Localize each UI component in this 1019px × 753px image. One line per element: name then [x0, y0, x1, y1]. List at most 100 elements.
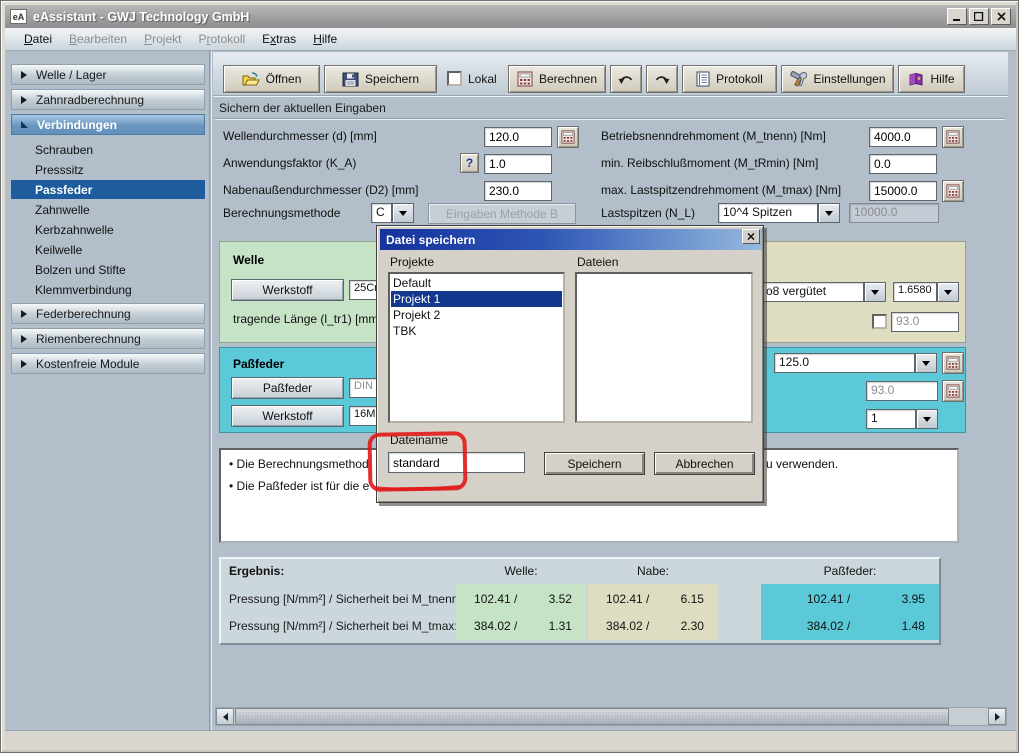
sidebar-item-schrauben[interactable]: Schrauben — [11, 140, 205, 159]
betriebsnenndrehmoment-input[interactable] — [869, 127, 937, 147]
calculator-icon — [946, 384, 960, 398]
sidebar-item-bolzen-stifte[interactable]: Bolzen und Stifte — [11, 260, 205, 279]
result-value: 1.48 — [864, 619, 939, 633]
local-checkbox[interactable] — [447, 71, 462, 86]
save-button[interactable]: Speichern — [324, 65, 437, 93]
filename-input[interactable] — [388, 452, 525, 473]
calculator-icon — [946, 184, 960, 198]
anwendungsfaktor-input[interactable] — [484, 154, 552, 174]
chevron-down-icon — [944, 290, 952, 295]
scrollbar-thumb[interactable] — [235, 708, 949, 725]
sidebar-item-klemmverbindung[interactable]: Klemmverbindung — [11, 280, 205, 299]
methode-dropdown-value[interactable]: C — [371, 203, 392, 223]
result-value: 3.95 — [864, 592, 939, 606]
sidebar-item-passfeder[interactable]: Passfeder — [11, 180, 205, 199]
sidebar-group-zahnradberechnung[interactable]: Zahnradberechnung — [11, 89, 205, 110]
files-list[interactable] — [575, 272, 753, 423]
lastspitzen-dropdown-button[interactable] — [818, 203, 840, 223]
note-line-1-fragment: u verwenden. — [766, 457, 838, 471]
help-question-button[interactable]: ? — [460, 153, 479, 173]
lastspitzendrehmoment-calc-button[interactable] — [942, 180, 964, 202]
lastspitzendrehmoment-input[interactable] — [869, 181, 937, 201]
project-item-tbk[interactable]: TBK — [391, 323, 562, 339]
maximize-icon — [974, 12, 984, 21]
projects-list[interactable]: Default Projekt 1 Projekt 2 TBK — [388, 272, 565, 423]
wellendurchmesser-input[interactable] — [484, 127, 552, 147]
label-wellendurchmesser: Wellendurchmesser (d) [mm] — [223, 126, 377, 146]
menu-extras[interactable]: Extras — [262, 32, 296, 46]
nabe-material-number-dropdown-button[interactable] — [937, 282, 959, 302]
passfeder-value-calc-button[interactable] — [942, 380, 964, 402]
dialog-cancel-button[interactable]: Abbrechen — [654, 452, 755, 475]
minimize-button[interactable] — [947, 8, 967, 25]
chevron-down-icon — [825, 211, 833, 216]
betriebsnenndrehmoment-calc-button[interactable] — [942, 126, 964, 148]
arrow-right-icon — [995, 713, 1000, 721]
sidebar-item-presssitz[interactable]: Presssitz — [11, 160, 205, 179]
welle-werkstoff-button[interactable]: Werkstoff — [231, 279, 344, 301]
chevron-down-icon — [399, 211, 407, 216]
minimize-icon — [952, 12, 962, 21]
chevron-right-icon — [21, 360, 27, 368]
passfeder-panel-title: Paßfeder — [233, 357, 284, 371]
dialog-close-button[interactable] — [742, 229, 760, 244]
project-item-projekt-2[interactable]: Projekt 2 — [391, 307, 562, 323]
horizontal-scrollbar[interactable] — [215, 707, 1007, 726]
project-item-projekt-1[interactable]: Projekt 1 — [391, 291, 562, 307]
open-button[interactable]: Öffnen — [223, 65, 320, 93]
nabe-value-disabled: 93.0 — [891, 312, 959, 332]
dialog-titlebar: Datei speichern — [380, 229, 762, 250]
sidebar-group-welle-lager[interactable]: Welle / Lager — [11, 64, 205, 85]
sidebar-group-verbindungen[interactable]: Verbindungen — [11, 114, 205, 135]
nabenaussendurchmesser-input[interactable] — [484, 181, 552, 201]
menu-projekt: Projekt — [144, 32, 181, 46]
menu-hilfe[interactable]: Hilfe — [313, 32, 337, 46]
menu-datei[interactable]: Datei — [24, 32, 52, 46]
sidebar-group-federberechnung[interactable]: Federberechnung — [11, 303, 205, 324]
results-col-nabe: Nabe: — [588, 563, 718, 579]
sidebar-item-keilwelle[interactable]: Keilwelle — [11, 240, 205, 259]
protocol-button[interactable]: Protokoll — [682, 65, 777, 93]
passfeder-count-dropdown-value[interactable]: 1 — [866, 409, 916, 429]
result-value: 384.02 / — [761, 619, 864, 633]
close-button[interactable] — [991, 8, 1011, 25]
sidebar-group-label: Kostenfreie Module — [36, 357, 139, 371]
label-nabenaussendurchmesser: Nabenaußendurchmesser (D2) [mm] — [223, 180, 418, 200]
document-icon — [696, 71, 710, 87]
settings-button[interactable]: Einstellungen — [781, 65, 894, 93]
sidebar-group-riemenberechnung[interactable]: Riemenberechnung — [11, 328, 205, 349]
calculate-button[interactable]: Berechnen — [508, 65, 606, 93]
label-lastspitzen: Lastspitzen (N_L) — [601, 203, 695, 223]
reibschlussmoment-input[interactable] — [869, 154, 937, 174]
divider — [215, 118, 1005, 120]
local-checkbox-label: Lokal — [468, 69, 497, 89]
sidebar-item-kerbzahnwelle[interactable]: Kerbzahnwelle — [11, 220, 205, 239]
passfeder-count-dropdown-button[interactable] — [916, 409, 938, 429]
label-berechnungsmethode: Berechnungsmethode — [223, 203, 340, 223]
wellendurchmesser-calc-button[interactable] — [557, 126, 579, 148]
passfeder-length-calc-button[interactable] — [942, 352, 964, 374]
results-title: Ergebnis: — [229, 563, 284, 579]
calculator-icon — [946, 356, 960, 370]
passfeder-button[interactable]: Paßfeder — [231, 377, 344, 399]
redo-button[interactable] — [646, 65, 678, 93]
passfeder-length-dropdown-button[interactable] — [915, 353, 937, 373]
scroll-left-button[interactable] — [216, 708, 234, 725]
nabe-checkbox[interactable] — [872, 314, 887, 329]
dialog-save-button[interactable]: Speichern — [544, 452, 645, 475]
nabe-material-number-value[interactable]: 1.6580 — [893, 282, 937, 302]
sidebar-group-kostenfreie-module[interactable]: Kostenfreie Module — [11, 353, 205, 374]
passfeder-length-dropdown-value[interactable]: 125.0 — [774, 353, 915, 373]
app-window: eA eAssistant - GWJ Technology GmbH Date… — [0, 0, 1019, 753]
maximize-button[interactable] — [969, 8, 989, 25]
scroll-right-button[interactable] — [988, 708, 1006, 725]
undo-button[interactable] — [610, 65, 642, 93]
result-value: 6.15 — [663, 592, 718, 606]
help-button[interactable]: Hilfe — [898, 65, 965, 93]
lastspitzen-dropdown-value[interactable]: 10^4 Spitzen — [718, 203, 818, 223]
passfeder-werkstoff-button[interactable]: Werkstoff — [231, 405, 344, 427]
sidebar-item-zahnwelle[interactable]: Zahnwelle — [11, 200, 205, 219]
nabe-material-dropdown-button[interactable] — [864, 282, 886, 302]
project-item-default[interactable]: Default — [391, 275, 562, 291]
methode-dropdown-button[interactable] — [392, 203, 414, 223]
